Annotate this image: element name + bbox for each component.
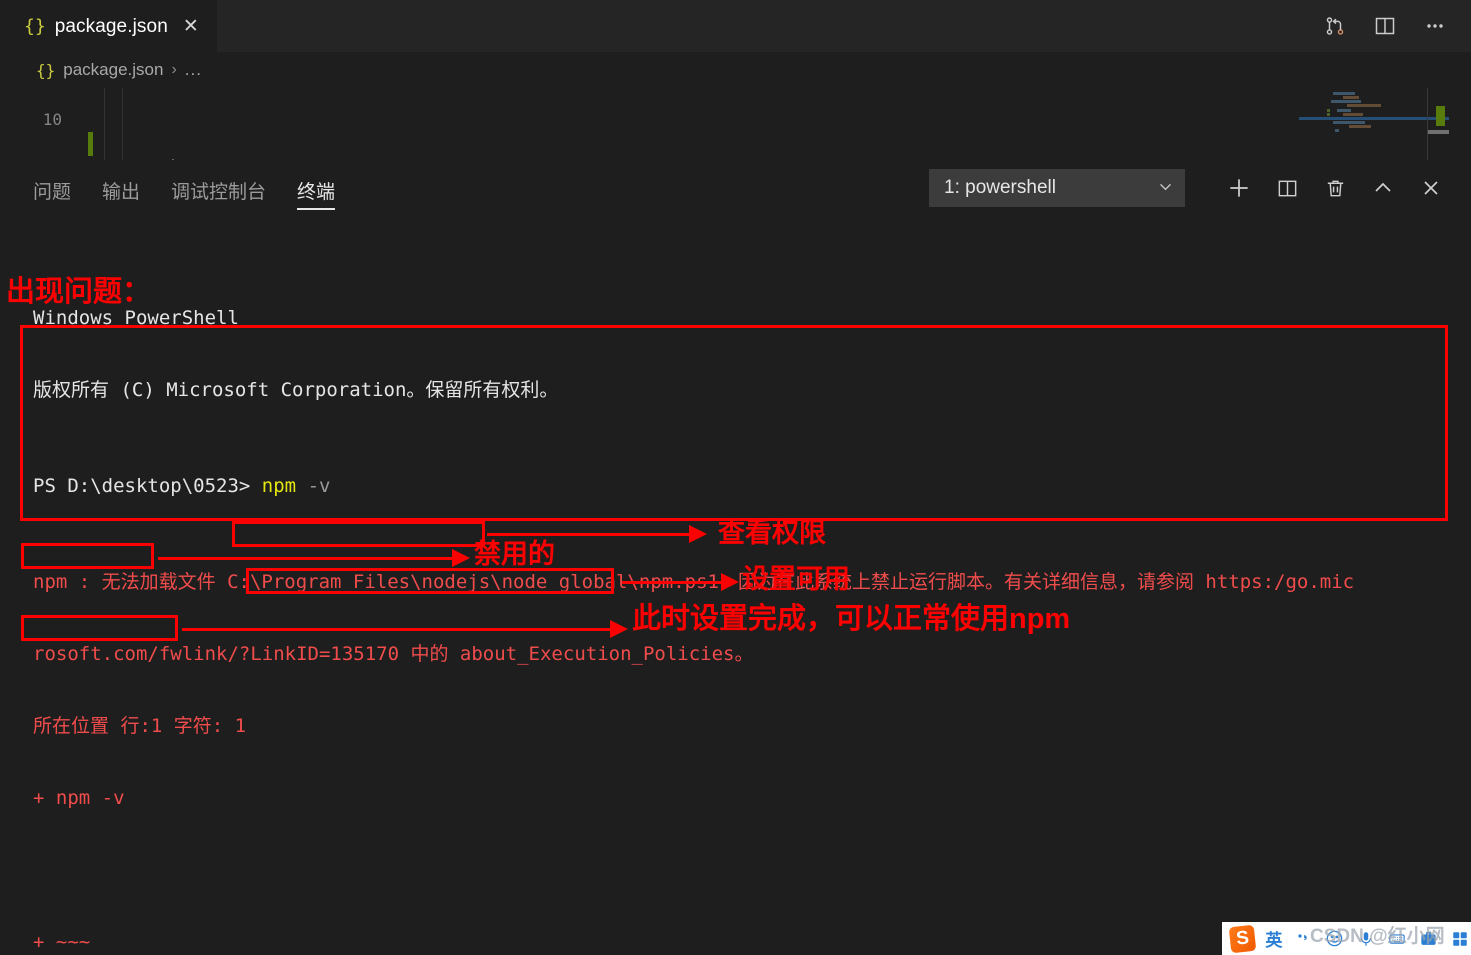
terminal-output[interactable]: Windows PowerShell 版权所有 (C) Microsoft Co… bbox=[0, 216, 1471, 955]
vscode-window: {} package.json ✕ {} package.json › ... … bbox=[0, 0, 1471, 955]
terminal-line: 版权所有 (C) Microsoft Corporation。保留所有权利。 bbox=[33, 379, 559, 401]
editor-code-area[interactable]: 10 "axios": "^0.19.2", 11 "core-js": "^3… bbox=[0, 88, 1471, 160]
code-line: 11 "core-js": "^3.6.4", bbox=[0, 132, 1471, 160]
terminal-selector-dropdown[interactable]: 1: powershell bbox=[929, 169, 1185, 207]
breadcrumb[interactable]: {} package.json › ... bbox=[0, 52, 1471, 88]
breadcrumb-more[interactable]: ... bbox=[185, 60, 202, 80]
breadcrumb-file[interactable]: package.json bbox=[63, 60, 163, 80]
chevron-right-icon: › bbox=[171, 61, 177, 78]
terminal-error-line: + npm -v bbox=[33, 787, 125, 809]
tab-problems[interactable]: 问题 bbox=[33, 160, 71, 210]
editor-minimap[interactable] bbox=[1299, 88, 1449, 160]
terminal-error-line: 所在位置 行:1 字符: 1 bbox=[33, 715, 247, 737]
more-actions-icon[interactable] bbox=[1423, 14, 1447, 38]
terminal-error-line: rosoft.com/fwlink/?LinkID=135170 中的 abou… bbox=[33, 643, 754, 665]
close-icon[interactable]: ✕ bbox=[183, 17, 199, 36]
panel-tab-list: 问题 输出 调试控制台 终端 bbox=[33, 160, 336, 216]
command-args: -v bbox=[307, 475, 331, 497]
terminal-error-line: npm : 无法加载文件 C:\Program Files\nodejs\nod… bbox=[33, 571, 1355, 593]
terminal-selector-value: 1: powershell bbox=[944, 177, 1056, 198]
editor-tab-bar: {} package.json ✕ bbox=[0, 0, 1471, 52]
editor-actions bbox=[1323, 0, 1471, 52]
command-text: npm bbox=[261, 475, 297, 497]
ime-mode-label[interactable]: 英 bbox=[1265, 928, 1282, 950]
editor-tab-package-json[interactable]: {} package.json ✕ bbox=[0, 0, 217, 52]
tab-terminal[interactable]: 终端 bbox=[297, 160, 336, 210]
trash-icon[interactable] bbox=[1317, 170, 1353, 206]
source-control-compare-icon[interactable] bbox=[1323, 14, 1347, 38]
terminal-line: PS D:\desktop\0523> npm -v bbox=[33, 474, 1471, 498]
close-panel-icon[interactable] bbox=[1413, 170, 1449, 206]
sogou-logo-icon[interactable]: S bbox=[1228, 924, 1257, 953]
apps-icon[interactable] bbox=[1450, 928, 1471, 950]
line-number: 10 bbox=[42, 110, 62, 129]
panel-header: 问题 输出 调试控制台 终端 1: powershell bbox=[0, 160, 1471, 216]
panel-toolbar: 1: powershell bbox=[929, 169, 1471, 207]
editor-scrollbar[interactable] bbox=[1427, 88, 1449, 160]
terminal-error-line bbox=[33, 858, 1471, 882]
code-line: 10 "axios": "^0.19.2", bbox=[0, 88, 1471, 160]
tab-debug-console[interactable]: 调试控制台 bbox=[171, 160, 266, 210]
split-editor-icon[interactable] bbox=[1373, 14, 1397, 38]
bottom-panel: 问题 输出 调试控制台 终端 1: powershell Windows Pow… bbox=[0, 160, 1471, 955]
json-braces-icon: {} bbox=[36, 60, 56, 80]
shell-prompt: PS D:\desktop\0523> bbox=[33, 475, 251, 497]
tab-output[interactable]: 输出 bbox=[102, 160, 140, 210]
split-terminal-icon[interactable] bbox=[1269, 170, 1305, 206]
chevron-down-icon bbox=[1157, 178, 1174, 199]
maximize-panel-icon[interactable] bbox=[1365, 170, 1401, 206]
csdn-watermark: CSDN @红小网 bbox=[1310, 926, 1445, 947]
json-braces-icon: {} bbox=[24, 16, 46, 37]
new-terminal-icon[interactable] bbox=[1221, 170, 1257, 206]
terminal-line: Windows PowerShell bbox=[33, 307, 239, 329]
editor-tab-label: package.json bbox=[54, 15, 168, 37]
